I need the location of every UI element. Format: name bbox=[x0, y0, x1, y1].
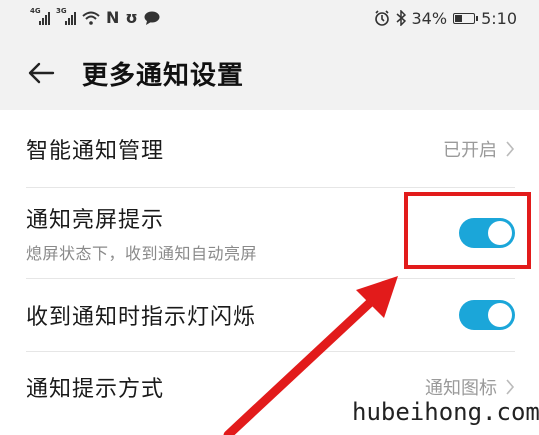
battery-percent: 34% bbox=[411, 8, 448, 28]
header: 更多通知设置 bbox=[0, 36, 539, 110]
highlight-box bbox=[404, 192, 531, 269]
wifi-icon bbox=[82, 11, 100, 25]
status-bar: 4G 3G N ʊ 34% 5:10 bbox=[0, 0, 539, 36]
setting-title: 通知提示方式 bbox=[26, 377, 165, 402]
page-title: 更多通知设置 bbox=[82, 60, 245, 91]
setting-indicator-light: 收到通知时指示灯闪烁 bbox=[0, 279, 539, 351]
nfc-icon: N bbox=[106, 8, 120, 27]
battery-icon bbox=[453, 12, 479, 24]
status-left: 4G 3G N ʊ bbox=[30, 7, 160, 27]
setting-value: 通知图标 bbox=[425, 378, 497, 399]
setting-subtitle: 熄屏状态下，收到通知自动亮屏 bbox=[26, 244, 258, 263]
indicator-light-toggle[interactable] bbox=[459, 300, 515, 330]
shield-icon: ʊ bbox=[125, 8, 138, 27]
signal-icon-2: 3G bbox=[56, 7, 76, 25]
signal-icon: 4G bbox=[30, 7, 50, 25]
setting-smart-notification[interactable]: 智能通知管理 已开启 bbox=[0, 110, 539, 187]
message-icon bbox=[144, 11, 160, 25]
setting-title: 智能通知管理 bbox=[26, 138, 165, 164]
back-arrow-icon[interactable] bbox=[26, 58, 56, 88]
chevron-right-icon bbox=[506, 379, 515, 395]
bluetooth-icon bbox=[396, 10, 406, 26]
signal-generation-2: 3G bbox=[56, 7, 67, 15]
signal-generation: 4G bbox=[30, 7, 41, 15]
setting-title: 收到通知时指示灯闪烁 bbox=[26, 305, 257, 330]
setting-title: 通知亮屏提示 bbox=[26, 208, 165, 233]
clock: 5:10 bbox=[481, 8, 517, 28]
status-right: 34% 5:10 bbox=[374, 8, 517, 28]
battery-fill bbox=[455, 14, 462, 22]
chevron-right-icon bbox=[506, 140, 515, 157]
setting-text: 通知亮屏提示 熄屏状态下，收到通知自动亮屏 bbox=[26, 202, 257, 264]
watermark: hubeihong.com bbox=[352, 398, 539, 426]
setting-value-group: 通知图标 bbox=[425, 374, 515, 400]
alarm-icon bbox=[374, 10, 389, 26]
toggle-knob bbox=[488, 303, 512, 327]
setting-value: 已开启 bbox=[443, 139, 497, 161]
settings-list: 智能通知管理 已开启 通知亮屏提示 熄屏状态下，收到通知自动亮屏 收到通知时指示… bbox=[0, 110, 539, 435]
setting-value-group: 已开启 bbox=[443, 136, 515, 162]
